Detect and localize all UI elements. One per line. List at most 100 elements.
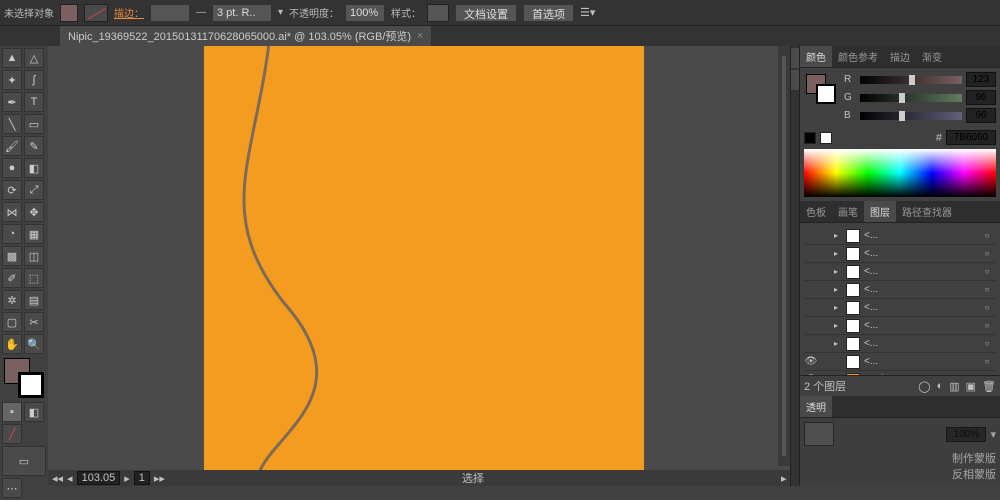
tab-swatches[interactable]: 色板	[800, 201, 832, 222]
blend-tool[interactable]: ⬚	[24, 268, 44, 288]
stroke-weight-field[interactable]	[212, 4, 272, 22]
stroke-link[interactable]: 描边：	[114, 5, 144, 20]
layer-row[interactable]: ▸<...○	[804, 335, 996, 353]
hex-black-swatch[interactable]	[804, 132, 816, 144]
symbol-sprayer-tool[interactable]: ✲	[2, 290, 22, 310]
tab-stroke[interactable]: 描边	[884, 46, 916, 67]
color-spectrum[interactable]	[804, 149, 996, 197]
stroke-swatch-panel[interactable]	[816, 84, 836, 104]
tab-brushes[interactable]: 画笔	[832, 201, 864, 222]
g-slider[interactable]	[860, 94, 962, 102]
blob-brush-tool[interactable]: ●	[2, 158, 22, 178]
r-slider[interactable]	[860, 76, 962, 84]
prefs-dd-icon[interactable]: ☰▾	[580, 6, 595, 19]
layer-row[interactable]: ▸<...○	[804, 299, 996, 317]
hand-tool[interactable]: ✋	[2, 334, 22, 354]
perspective-tool[interactable]: ▦	[24, 224, 44, 244]
layer-name[interactable]: <...	[864, 320, 978, 331]
layer-target-icon[interactable]: ○	[982, 231, 992, 240]
layer-target-icon[interactable]: ○	[982, 321, 992, 330]
layer-name[interactable]: <...	[864, 248, 978, 259]
layer-name[interactable]: <...	[864, 284, 978, 295]
status-nav-next[interactable]: ▸	[124, 472, 130, 485]
layer-row[interactable]: ▸<...○	[804, 227, 996, 245]
eyedropper-tool[interactable]: ✐	[2, 268, 22, 288]
make-mask-button[interactable]: 制作蒙版	[952, 453, 996, 465]
fill-swatch[interactable]	[60, 4, 78, 22]
magic-wand-tool[interactable]: ✦	[2, 70, 22, 90]
r-value[interactable]	[966, 72, 996, 87]
brush-preset-dd[interactable]: ▾	[278, 7, 283, 18]
style-swatch[interactable]	[427, 4, 449, 22]
direct-select-tool[interactable]: △	[24, 48, 44, 68]
selection-tool[interactable]: ▲	[2, 48, 22, 68]
page-field[interactable]: 1	[134, 471, 150, 485]
canvas[interactable]	[48, 46, 800, 470]
prefs-button[interactable]: 首选项	[523, 4, 574, 22]
tab-layers[interactable]: 图层	[864, 201, 896, 222]
status-scroll-left[interactable]: ▸	[781, 472, 787, 485]
rectangle-tool[interactable]: ▭	[24, 114, 44, 134]
b-slider[interactable]	[860, 112, 962, 120]
dock-icon-1[interactable]	[791, 48, 799, 68]
line-tool[interactable]: ╲	[2, 114, 22, 134]
screen-mode-button[interactable]: ▭	[2, 446, 46, 476]
layer-target-icon[interactable]: ○	[982, 339, 992, 348]
free-transform-tool[interactable]: ✥	[24, 202, 44, 222]
layer-row[interactable]: ▸<...○	[804, 281, 996, 299]
hex-white-swatch[interactable]	[820, 132, 832, 144]
layer-row[interactable]: ▸ <... ○	[804, 317, 996, 335]
layer-row[interactable]: 👁 <... ○	[804, 353, 996, 371]
artboard[interactable]	[204, 46, 644, 470]
color-panel-fillstroke[interactable]	[806, 74, 836, 104]
layer-name[interactable]: <...	[864, 302, 978, 313]
layer-twirl-icon[interactable]: ▸	[834, 339, 842, 348]
tab-color-guide[interactable]: 颜色参考	[832, 46, 884, 67]
mesh-tool[interactable]: ▩	[2, 246, 22, 266]
tools-more[interactable]: ⋯	[2, 478, 22, 498]
tab-gradient[interactable]: 渐变	[916, 46, 948, 67]
eraser-tool[interactable]: ◧	[24, 158, 44, 178]
pencil-tool[interactable]: ✎	[24, 136, 44, 156]
color-mode-none[interactable]: ╱	[2, 424, 22, 444]
lasso-tool[interactable]: ʃ	[24, 70, 44, 90]
opacity-dd-icon[interactable]: ▾	[990, 428, 996, 441]
width-tool[interactable]: ⋈	[2, 202, 22, 222]
layer-twirl-icon[interactable]: ▸	[834, 321, 842, 330]
stroke-color-swatch[interactable]	[18, 372, 44, 398]
color-mode-normal[interactable]: ▪	[2, 402, 22, 422]
zoom-field[interactable]: 103.05	[77, 471, 121, 485]
layer-target-icon[interactable]: ○	[982, 357, 992, 366]
transparency-thumb[interactable]	[804, 422, 834, 446]
vertical-scrollbar[interactable]	[778, 46, 790, 466]
zoom-tool[interactable]: 🔍	[24, 334, 44, 354]
layer-name[interactable]: <...	[864, 266, 978, 277]
status-nav-prev[interactable]: ◂	[67, 472, 73, 485]
layer-target-icon[interactable]: ○	[982, 267, 992, 276]
layer-delete-icon[interactable]: 🗑	[982, 380, 996, 393]
pen-tool[interactable]: ✒	[2, 92, 22, 112]
slice-tool[interactable]: ✂	[24, 312, 44, 332]
hex-field[interactable]	[946, 130, 996, 145]
status-nav-first[interactable]: ◂◂	[52, 472, 63, 485]
artboard-tool[interactable]: ▢	[2, 312, 22, 332]
document-tab-close-icon[interactable]: ×	[417, 30, 423, 42]
layer-twirl-icon[interactable]: ▸	[834, 231, 842, 240]
layer-mask-icon[interactable]: ◐	[937, 380, 944, 392]
document-tab[interactable]: Nipic_19369522_20150131170628065000.ai* …	[60, 26, 431, 46]
shape-builder-tool[interactable]: ◔	[2, 224, 22, 244]
gradient-tool[interactable]: ◫	[24, 246, 44, 266]
layer-new-icon[interactable]: ▣	[966, 380, 976, 393]
opacity-field[interactable]	[345, 4, 385, 22]
layer-twirl-icon[interactable]: ▸	[834, 267, 842, 276]
layer-visibility-icon[interactable]: 👁	[804, 356, 818, 367]
layer-name[interactable]: <...	[864, 356, 978, 367]
layer-row[interactable]: ▸<...○	[804, 245, 996, 263]
layer-target-icon[interactable]: ○	[982, 249, 992, 258]
stroke-swatch-none[interactable]	[84, 4, 108, 22]
layer-row[interactable]: ▸ <... ○	[804, 263, 996, 281]
scale-tool[interactable]: ⤢	[24, 180, 44, 200]
graph-tool[interactable]: ▤	[24, 290, 44, 310]
paintbrush-tool[interactable]: 🖌	[2, 136, 22, 156]
dock-icon-2[interactable]	[791, 70, 799, 90]
